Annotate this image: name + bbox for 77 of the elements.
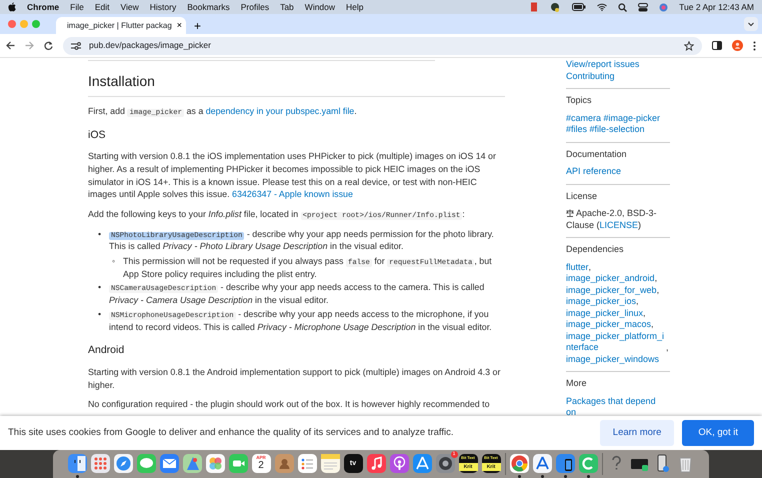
text-link[interactable]: image_picker_windows [566,354,660,365]
browser-tab[interactable]: image_picker | Flutter packag × [56,17,186,34]
menu-bar-clock[interactable]: Tue 2 Apr 12:43 AM [679,0,754,14]
subsection-heading: iOS [88,128,107,142]
text-link[interactable]: API reference [566,166,622,178]
back-icon[interactable] [6,41,15,50]
learn-more-button[interactable]: Learn more [600,420,674,446]
menu-item[interactable]: View [120,0,139,14]
paragraph: Starting with version 0.8.1 the iOS implementation uses PHPicker to pick (multiple) images on iOS 14 or higher. As a result of implementing PHPicker it becomes impossible to pick HEIC images on the iOS simulator in iOS 14+. This is a known issue. Please test this on a real device, or test with non-HEIC images until Apple solves this issue. 63426347 - Apple known issue [88,150,497,201]
text-link[interactable]: #image-picker [604,112,660,124]
sidebar-text: flutter, image_picker_android, image_picker_for_web, image_picker_ios, image_picker_linux, image_picker_macos, image_picker_platform_interface , image_picker_windows [566,262,670,365]
menu-item[interactable]: Edit [94,0,110,14]
menu-item[interactable]: History [150,0,176,14]
side-panel-icon[interactable] [712,41,722,50]
browser-icon[interactable] [510,454,528,478]
wifi-icon[interactable] [597,3,608,11]
text-link[interactable]: View/report issues [566,59,640,70]
menu-item[interactable]: Chrome [27,0,60,14]
finder-icon[interactable] [68,454,86,478]
tab-list-button[interactable] [744,17,758,31]
sidebar-text: Apache-2.0, BSD-3-Clause (LICENSE) [566,208,658,231]
text-link[interactable]: 63426347 - Apple known issue [232,189,353,200]
bullet: • [98,281,102,294]
search-icon[interactable] [618,2,628,12]
menu-item[interactable]: Profiles [240,0,270,14]
subsection-heading: Android [88,344,126,357]
sidebar-heading: Documentation [566,148,628,160]
text-link[interactable]: Packages that depend on [566,396,666,418]
section-heading: Installation [88,73,505,97]
scale-icon [566,209,574,217]
text-link[interactable]: image_picker_macos [566,319,652,330]
text-link[interactable]: #file-selection [590,124,645,136]
text-link[interactable]: image_picker_linux [566,308,644,319]
app-icon[interactable] [578,454,598,478]
site-settings-icon[interactable] [71,42,81,50]
text-link[interactable]: #files [566,124,588,136]
star-icon[interactable] [684,40,694,50]
url-text: pub.dev/packages/image_picker [89,39,211,52]
apple-icon[interactable] [8,2,16,12]
tab-title: image_picker | Flutter packag [67,20,172,32]
text-link[interactable]: image_picker_for_web [566,284,657,296]
text-link[interactable]: image_picker_ios [566,296,636,308]
app-status-icon[interactable] [549,2,562,12]
new-tab-button[interactable]: + [186,20,210,32]
sidebar-heading: Dependencies [566,244,625,256]
bullet: • [98,308,102,321]
menu-item[interactable]: File [70,0,84,14]
menu-item[interactable]: Tab [280,0,294,14]
bullet: ◦ [112,255,116,268]
more-menu-icon[interactable] [753,40,756,50]
menu-item[interactable]: Window [304,0,336,14]
text-link[interactable]: dependency in your pubspec.yaml file [206,106,354,116]
text-link[interactable]: #camera [566,112,602,124]
phone-app-icon[interactable] [556,454,574,478]
control-center-icon[interactable] [638,2,648,12]
address-bar[interactable]: pub.dev/packages/image_picker [63,36,702,54]
siri-icon[interactable] [659,2,668,12]
paragraph: No configuration required - the plugin should work out of the box. It is however highly recommended to [88,398,491,411]
reload-icon[interactable] [44,41,53,50]
paragraph: Starting with version 0.8.1 the Android implementation support to pick (multiple) images on Android 4.3 or higher. [88,366,502,392]
sidebar-heading: More [566,378,588,390]
sidebar-heading: License [566,190,598,202]
menu-item[interactable]: Help [346,0,364,14]
bullet: • [98,228,102,241]
text-link[interactable]: image_picker_android [566,273,655,284]
sidebar-heading: Topics [566,95,593,106]
letter-app-icon[interactable] [532,454,552,478]
battery-icon[interactable] [572,3,586,11]
avatar-icon[interactable] [732,40,743,51]
forward-icon[interactable] [25,41,34,50]
cookie-notice-text: This site uses cookies from Google to deliver and enhance the quality of its services and to analyze traffic. [8,426,455,440]
text-link[interactable]: LICENSE [600,220,638,231]
text-link[interactable]: Contributing [566,70,615,82]
accept-button[interactable]: OK, got it [682,420,754,446]
tab-close-button[interactable]: × [176,21,182,30]
text-link[interactable]: flutter [566,262,589,273]
menu-item[interactable]: Bookmarks [187,0,230,14]
